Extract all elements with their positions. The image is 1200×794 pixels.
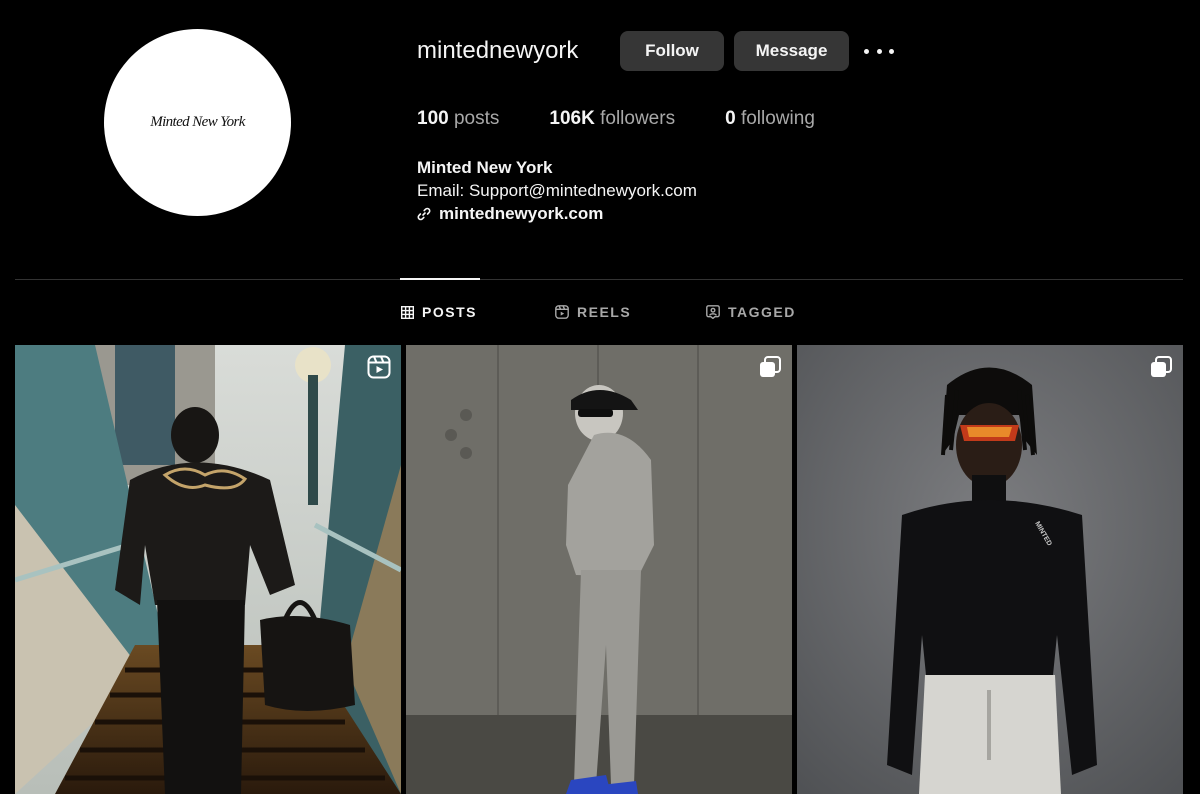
message-button[interactable]: Message: [734, 31, 849, 71]
profile-bio: Minted New York Email: Support@mintednew…: [417, 156, 697, 225]
tab-tagged-label: TAGGED: [728, 304, 796, 320]
stat-following-value: 0: [725, 108, 741, 129]
post-3-image: MINTED: [797, 345, 1183, 794]
tab-reels-label: REELS: [577, 304, 632, 320]
stat-posts-label: posts: [453, 108, 500, 129]
stat-followers[interactable]: 106K followers: [549, 107, 675, 131]
post-thumbnail-reel[interactable]: [15, 345, 401, 794]
bio-email: Email: Support@mintednewyork.com: [417, 181, 697, 200]
post-thumbnail-carousel-1[interactable]: [406, 345, 792, 794]
post-2-image: [406, 345, 792, 794]
stat-followers-label: followers: [600, 108, 676, 129]
more-dots-icon[interactable]: [864, 41, 894, 61]
follow-button[interactable]: Follow: [620, 31, 724, 71]
stat-followers-value: 106K: [549, 108, 601, 129]
profile-avatar[interactable]: Minted New York: [104, 29, 291, 216]
bio-name: Minted New York: [417, 158, 553, 177]
grid-icon: [401, 305, 414, 319]
tab-posts[interactable]: POSTS: [401, 303, 477, 321]
tab-posts-label: POSTS: [422, 304, 477, 320]
carousel-badge-icon: [1151, 356, 1172, 377]
tabs-divider: [15, 279, 1183, 280]
reels-icon: [555, 305, 569, 319]
profile-stats: 100 posts 106K followers 0 following: [417, 107, 865, 131]
active-tab-indicator: [400, 278, 480, 280]
carousel-badge-icon: [760, 356, 781, 377]
tagged-icon: [706, 305, 720, 319]
stat-posts[interactable]: 100 posts: [417, 107, 499, 131]
stat-posts-value: 100: [417, 108, 454, 129]
profile-username: mintednewyork: [417, 37, 579, 64]
bio-link[interactable]: mintednewyork.com: [417, 202, 697, 225]
post-thumbnail-carousel-2[interactable]: MINTED: [797, 345, 1183, 794]
avatar-logo-text: Minted New York: [150, 114, 245, 130]
link-icon: [417, 207, 431, 220]
tab-reels[interactable]: REELS: [555, 303, 631, 321]
post-1-image: [15, 345, 401, 794]
bio-link-text: mintednewyork.com: [439, 204, 604, 223]
stat-following[interactable]: 0 following: [725, 107, 815, 131]
stat-following-label: following: [740, 108, 815, 129]
tab-tagged[interactable]: TAGGED: [706, 303, 796, 321]
reel-badge-icon: [367, 355, 391, 379]
